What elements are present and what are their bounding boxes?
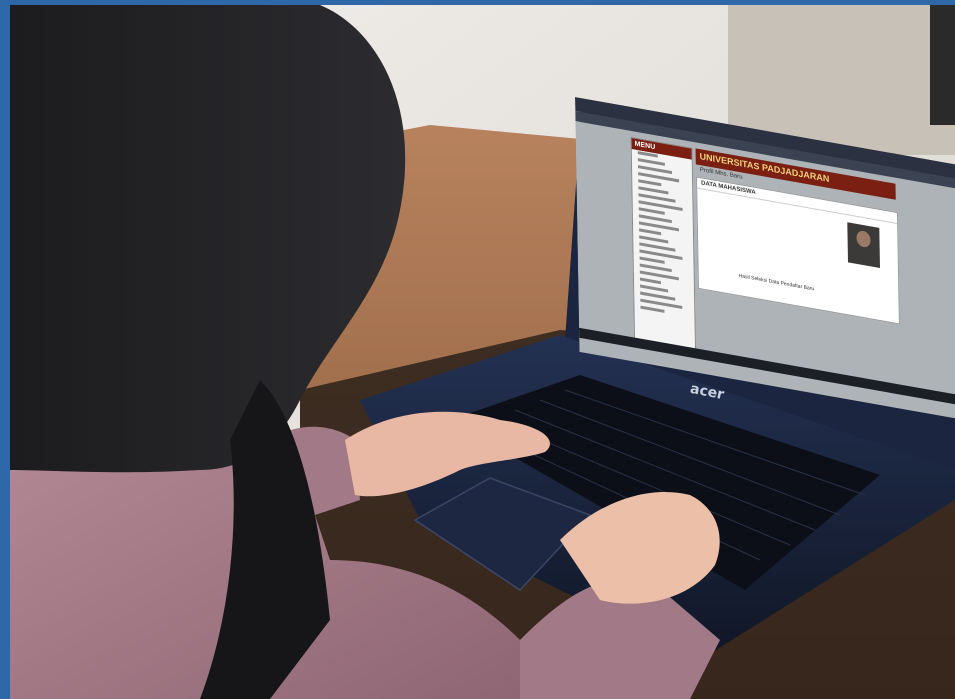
chair-back [930, 5, 955, 125]
sidebar-items [632, 149, 695, 321]
footer-link[interactable]: Hasil Seleksi Data Pendaftar Baru [739, 273, 815, 292]
laptop-screen: MENU UNIVERSITAS PADJADJARAN Profil Mhs.… [575, 97, 955, 525]
student-face [856, 229, 871, 249]
sidebar-menu: MENU [630, 136, 697, 351]
frame-left [0, 0, 10, 699]
frame-top [0, 0, 955, 5]
student-photo [847, 222, 880, 268]
photo-frame: MENU UNIVERSITAS PADJADJARAN Profil Mhs.… [0, 0, 955, 699]
